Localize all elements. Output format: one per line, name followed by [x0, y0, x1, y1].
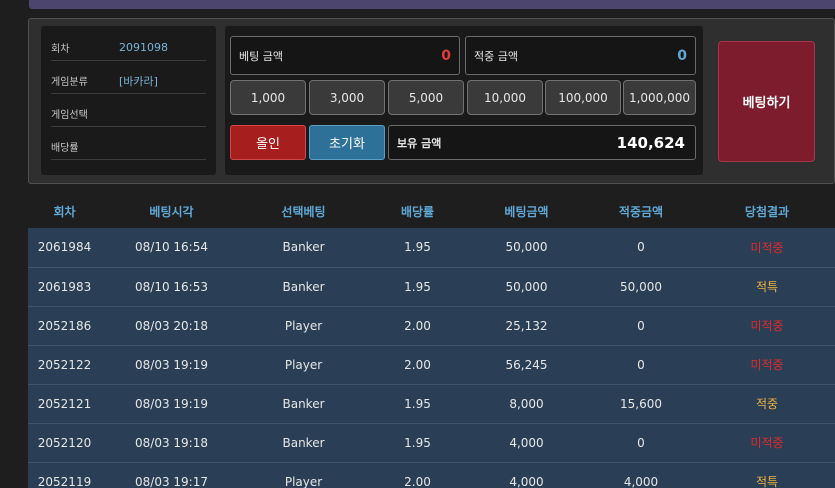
- table-row: 2052119 08/03 19:17 Player 2.00 4,000 4,…: [28, 462, 835, 488]
- balance-field: 보유 금액 140,624: [388, 125, 696, 160]
- odds-label: 배당률: [51, 143, 79, 154]
- table-row: 2052120 08/03 19:18 Banker 1.95 4,000 0 …: [28, 423, 835, 463]
- category-value: [바카라]: [119, 74, 158, 88]
- cell-bet-time: 08/03 20:18: [101, 306, 242, 346]
- cell-win-amount: 15,600: [583, 384, 699, 424]
- bet-amount-field: 베팅 금액 0: [230, 36, 460, 75]
- cell-round: 2061984: [28, 228, 101, 268]
- cell-selection: Player: [242, 306, 365, 346]
- cell-odds: 1.95: [365, 423, 470, 463]
- round-label: 회차: [51, 44, 70, 55]
- table-row: 2052122 08/03 19:19 Player 2.00 56,245 0…: [28, 345, 835, 385]
- chip-1000000-button[interactable]: 1,000,000: [623, 80, 696, 115]
- cell-result: 미적중: [699, 345, 835, 385]
- cell-bet-amount: 50,000: [470, 228, 583, 268]
- cell-win-amount: 0: [583, 306, 699, 346]
- cell-selection: Player: [242, 462, 365, 488]
- top-banner-strip: [29, 0, 835, 9]
- place-bet-button[interactable]: 베팅하기: [718, 41, 815, 162]
- cell-selection: Player: [242, 345, 365, 385]
- bet-amount-label: 베팅 금액: [239, 49, 283, 63]
- cell-result: 미적중: [699, 423, 835, 463]
- col-header-bet-amount: 베팅금액: [470, 195, 583, 228]
- info-row-round: 회차 2091098: [51, 35, 206, 61]
- col-header-bet-time: 베팅시각: [101, 195, 242, 228]
- chip-3000-button[interactable]: 3,000: [309, 80, 385, 115]
- cell-win-amount: 0: [583, 228, 699, 268]
- balance-label: 보유 금액: [397, 136, 442, 150]
- chip-10000-button[interactable]: 10,000: [467, 80, 543, 115]
- table-row: 2061984 08/10 16:54 Banker 1.95 50,000 0…: [28, 228, 835, 268]
- cell-bet-amount: 56,245: [470, 345, 583, 385]
- table-row: 2061983 08/10 16:53 Banker 1.95 50,000 5…: [28, 267, 835, 307]
- cell-bet-amount: 8,000: [470, 384, 583, 424]
- cell-result: 미적중: [699, 228, 835, 268]
- cell-bet-amount: 4,000: [470, 462, 583, 488]
- cell-bet-time: 08/03 19:17: [101, 462, 242, 488]
- chip-1000-button[interactable]: 1,000: [230, 80, 306, 115]
- win-amount-value: 0: [677, 47, 687, 64]
- cell-selection: Banker: [242, 267, 365, 307]
- cell-selection: Banker: [242, 228, 365, 268]
- col-header-result: 당첨결과: [699, 195, 835, 228]
- cell-odds: 1.95: [365, 267, 470, 307]
- chip-5000-button[interactable]: 5,000: [388, 80, 464, 115]
- reset-button[interactable]: 초기화: [309, 125, 385, 160]
- table-row: 2052121 08/03 19:19 Banker 1.95 8,000 15…: [28, 384, 835, 424]
- cell-round: 2052186: [28, 306, 101, 346]
- cell-win-amount: 50,000: [583, 267, 699, 307]
- col-header-odds: 배당률: [365, 195, 470, 228]
- cell-bet-time: 08/10 16:54: [101, 228, 242, 268]
- cell-bet-amount: 50,000: [470, 267, 583, 307]
- chip-100000-button[interactable]: 100,000: [545, 80, 621, 115]
- cell-round: 2052121: [28, 384, 101, 424]
- cell-odds: 2.00: [365, 345, 470, 385]
- cell-odds: 1.95: [365, 384, 470, 424]
- balance-value: 140,624: [616, 133, 685, 152]
- col-header-win-amount: 적중금액: [583, 195, 699, 228]
- cell-result: 적중: [699, 384, 835, 424]
- info-row-odds: 배당률: [51, 134, 206, 160]
- win-amount-field: 적중 금액 0: [465, 36, 696, 75]
- cell-result: 적특: [699, 462, 835, 488]
- cell-round: 2052120: [28, 423, 101, 463]
- cell-round: 2052119: [28, 462, 101, 488]
- bet-amount-value: 0: [441, 47, 451, 64]
- info-row-category: 게임분류 [바카라]: [51, 68, 206, 94]
- all-in-button[interactable]: 올인: [230, 125, 306, 160]
- round-info-box: 회차 2091098 게임분류 [바카라] 게임선택 배당률: [41, 26, 216, 175]
- cell-round: 2052122: [28, 345, 101, 385]
- col-header-round: 회차: [28, 195, 101, 228]
- info-row-selection: 게임선택: [51, 101, 206, 127]
- col-header-selection: 선택베팅: [242, 195, 365, 228]
- category-label: 게임분류: [51, 77, 88, 88]
- cell-bet-time: 08/03 19:19: [101, 345, 242, 385]
- cell-win-amount: 0: [583, 423, 699, 463]
- cell-odds: 2.00: [365, 462, 470, 488]
- cell-result: 적특: [699, 267, 835, 307]
- cell-bet-time: 08/03 19:18: [101, 423, 242, 463]
- cell-selection: Banker: [242, 423, 365, 463]
- table-header-row: 회차 베팅시각 선택베팅 배당률 베팅금액 적중금액 당첨결과: [28, 195, 835, 228]
- selection-label: 게임선택: [51, 110, 88, 121]
- cell-bet-amount: 25,132: [470, 306, 583, 346]
- table-row: 2052186 08/03 20:18 Player 2.00 25,132 0…: [28, 306, 835, 346]
- bet-history-table: 회차 베팅시각 선택베팅 배당률 베팅금액 적중금액 당첨결과 2061984 …: [28, 195, 835, 488]
- cell-bet-amount: 4,000: [470, 423, 583, 463]
- cell-bet-time: 08/10 16:53: [101, 267, 242, 307]
- cell-odds: 2.00: [365, 306, 470, 346]
- cell-win-amount: 4,000: [583, 462, 699, 488]
- cell-round: 2061983: [28, 267, 101, 307]
- bet-panel: 회차 2091098 게임분류 [바카라] 게임선택 배당률 베팅 금액 0 적…: [28, 18, 835, 184]
- round-value: 2091098: [119, 41, 168, 54]
- cell-bet-time: 08/03 19:19: [101, 384, 242, 424]
- bet-controls: 베팅 금액 0 적중 금액 0 1,000 3,000 5,000 10,000…: [225, 26, 703, 175]
- cell-win-amount: 0: [583, 345, 699, 385]
- cell-odds: 1.95: [365, 228, 470, 268]
- win-amount-label: 적중 금액: [474, 49, 518, 63]
- cell-selection: Banker: [242, 384, 365, 424]
- cell-result: 미적중: [699, 306, 835, 346]
